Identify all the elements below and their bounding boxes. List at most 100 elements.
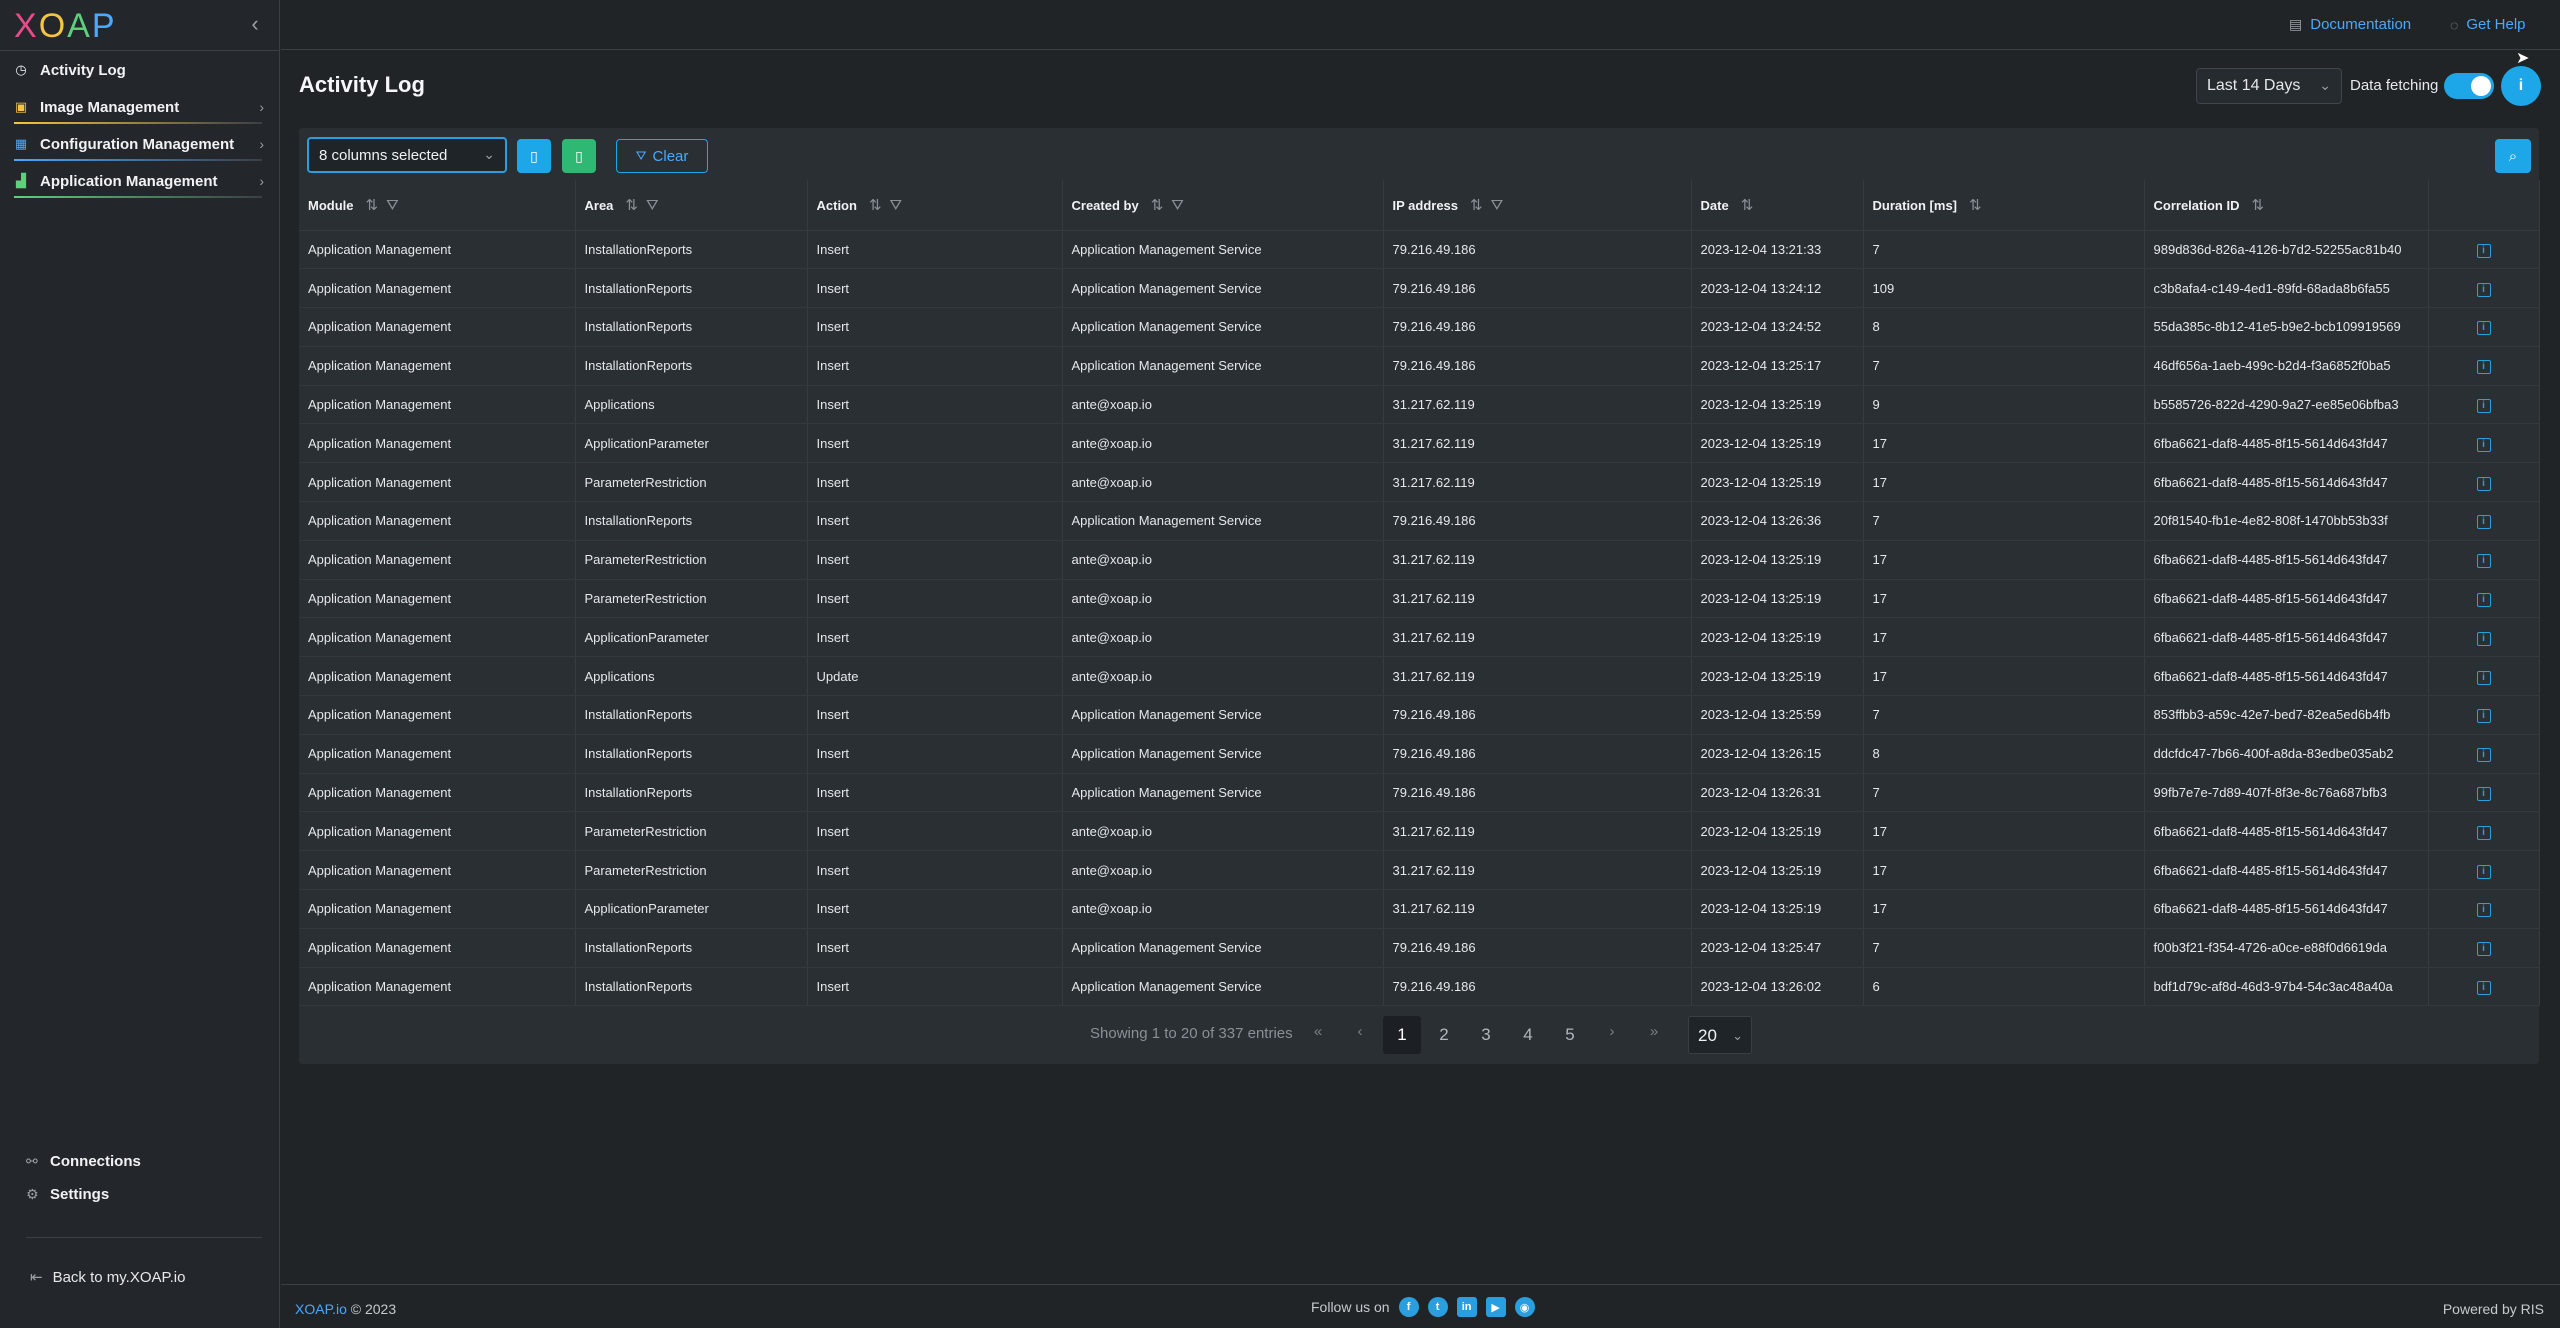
column-header[interactable]: IP address ⇅ ⛛ [1383, 180, 1692, 231]
xoap-logo[interactable]: XOAP [14, 7, 117, 45]
sidebar-item-application-management[interactable]: ▟ Application Management › [12, 164, 264, 198]
data-fetching-toggle[interactable] [2444, 73, 2494, 99]
table-row[interactable]: Application Management ParameterRestricti… [299, 850, 2540, 891]
table-row[interactable]: Application Management InstallationReport… [299, 307, 2540, 347]
table-row[interactable]: Application Management InstallationReport… [299, 734, 2540, 774]
filter-icon[interactable]: ⛛ [386, 197, 399, 214]
clear-filters-button[interactable]: ⛛ Clear [616, 139, 708, 173]
table-row[interactable]: Application Management InstallationReport… [299, 268, 2540, 309]
sidebar-item-connections[interactable]: ⚯ Connections [26, 1153, 141, 1170]
table-row[interactable]: Application Management InstallationReport… [299, 346, 2540, 386]
details-icon[interactable]: i [2476, 981, 2491, 996]
details-icon[interactable]: i [2476, 709, 2491, 724]
sidebar-item-image-management[interactable]: ▣ Image Management › [12, 90, 264, 124]
details-icon[interactable]: i [2476, 593, 2491, 608]
table-row[interactable]: Application Management InstallationReport… [299, 230, 2540, 270]
details-icon[interactable]: i [2476, 825, 2491, 840]
table-cell: Application Management [299, 617, 576, 658]
column-header[interactable]: Module ⇅ ⛛ [299, 180, 576, 231]
table-row[interactable]: Application Management ParameterRestricti… [299, 462, 2540, 503]
page-button-3[interactable]: 3 [1467, 1016, 1505, 1054]
linkedin-icon[interactable]: in [1456, 1297, 1477, 1317]
page-button-2[interactable]: 2 [1425, 1016, 1463, 1054]
back-to-xoap-link[interactable]: ⇤ Back to my.XOAP.io [30, 1268, 185, 1287]
details-icon[interactable]: i [2476, 437, 2491, 452]
details-icon[interactable]: i [2476, 515, 2491, 530]
table-row[interactable]: Application Management InstallationReport… [299, 695, 2540, 735]
sidebar-item-activity-log[interactable]: ◷ Activity Log [12, 53, 264, 87]
export-excel-button[interactable]: ▯ [562, 139, 596, 173]
youtube-icon[interactable]: ▶ [1485, 1297, 1506, 1317]
table-row[interactable]: Application Management Applications Update… [299, 656, 2540, 697]
sort-icon[interactable]: ⇅ [2251, 197, 2264, 214]
documentation-link[interactable]: ▤ Documentation [2289, 16, 2411, 33]
table-row[interactable]: Application Management InstallationReport… [299, 773, 2540, 813]
search-button[interactable]: ⌕ [2495, 139, 2531, 173]
column-header[interactable]: Correlation ID ⇅ [2144, 180, 2429, 231]
details-icon[interactable]: i [2476, 748, 2491, 763]
filter-icon[interactable]: ⛛ [890, 197, 903, 214]
filter-icon[interactable]: ⛛ [646, 197, 659, 214]
page-button-5[interactable]: 5 [1551, 1016, 1589, 1054]
details-icon[interactable]: i [2476, 787, 2491, 802]
facebook-icon[interactable]: f [1398, 1297, 1419, 1317]
sort-icon[interactable]: ⇅ [366, 197, 379, 214]
info-button[interactable]: i [2501, 66, 2541, 106]
table-row[interactable]: Application Management ParameterRestricti… [299, 579, 2540, 619]
details-icon[interactable]: i [2476, 631, 2491, 646]
details-icon[interactable]: i [2476, 282, 2491, 297]
column-select[interactable]: 8 columns selected ⌄ [307, 137, 507, 173]
details-icon[interactable]: i [2476, 554, 2491, 569]
last-page-icon[interactable]: » [1635, 1022, 1673, 1060]
sort-icon[interactable]: ⇅ [1470, 197, 1483, 214]
column-header[interactable]: Duration [ms] ⇅ [1863, 180, 2145, 231]
table-row[interactable]: Application Management InstallationReport… [299, 501, 2540, 541]
filter-icon[interactable]: ⛛ [1171, 197, 1184, 214]
details-icon[interactable]: i [2476, 942, 2491, 957]
details-icon[interactable]: i [2476, 670, 2491, 685]
collapse-sidebar-icon[interactable]: ‹ [243, 12, 267, 36]
table-row[interactable]: Application Management ApplicationParamet… [299, 617, 2540, 658]
column-header[interactable]: Action ⇅ ⛛ [807, 180, 1063, 231]
twitter-icon[interactable]: t [1427, 1297, 1448, 1317]
get-help-link[interactable]: ◌ Get Help [2450, 16, 2526, 33]
column-header[interactable]: Area ⇅ ⛛ [575, 180, 808, 231]
table-row[interactable]: Application Management ParameterRestricti… [299, 811, 2540, 852]
details-icon[interactable]: i [2476, 399, 2491, 414]
next-page-icon[interactable]: › [1593, 1022, 1631, 1060]
page-button-4[interactable]: 4 [1509, 1016, 1547, 1054]
sort-icon[interactable]: ⇅ [1741, 197, 1754, 214]
table-cell: 31.217.62.119 [1383, 889, 1692, 929]
table-row[interactable]: Application Management InstallationReport… [299, 967, 2540, 1007]
details-icon[interactable]: i [2476, 476, 2491, 491]
page-size-select[interactable]: 20 ⌄ [1688, 1016, 1752, 1054]
table-cell: ParameterRestriction [575, 811, 808, 852]
table-row[interactable]: Application Management Applications Insert… [299, 385, 2540, 425]
sort-icon[interactable]: ⇅ [1151, 197, 1164, 214]
filter-icon[interactable]: ⛛ [1491, 197, 1504, 214]
column-header[interactable]: Created by ⇅ ⛛ [1062, 180, 1384, 231]
sort-icon[interactable]: ⇅ [1969, 197, 1982, 214]
first-page-icon[interactable]: « [1299, 1022, 1337, 1060]
details-icon[interactable]: i [2476, 243, 2491, 258]
details-icon[interactable]: i [2476, 903, 2491, 918]
details-icon[interactable]: i [2476, 864, 2491, 879]
table-row[interactable]: Application Management ParameterRestricti… [299, 540, 2540, 580]
details-icon[interactable]: i [2476, 360, 2491, 375]
export-csv-button[interactable]: ▯ [517, 139, 551, 173]
details-icon[interactable]: i [2476, 321, 2491, 336]
table-cell: InstallationReports [575, 967, 808, 1007]
sidebar-item-settings[interactable]: ⚙ Settings [26, 1186, 109, 1203]
sort-icon[interactable]: ⇅ [869, 197, 882, 214]
footer-brand-link[interactable]: XOAP.io [295, 1301, 347, 1317]
sort-icon[interactable]: ⇅ [625, 197, 638, 214]
table-row[interactable]: Application Management InstallationReport… [299, 928, 2540, 968]
date-range-select[interactable]: Last 14 Days ⌄ [2196, 68, 2342, 104]
github-icon[interactable]: ◉ [1514, 1297, 1535, 1317]
table-row[interactable]: Application Management ApplicationParamet… [299, 423, 2540, 464]
sidebar-item-configuration-management[interactable]: ▦ Configuration Management › [12, 127, 264, 161]
prev-page-icon[interactable]: ‹ [1341, 1022, 1379, 1060]
column-header[interactable]: Date ⇅ [1691, 180, 1864, 231]
page-button-1[interactable]: 1 [1383, 1016, 1421, 1054]
table-row[interactable]: Application Management ApplicationParamet… [299, 889, 2540, 929]
